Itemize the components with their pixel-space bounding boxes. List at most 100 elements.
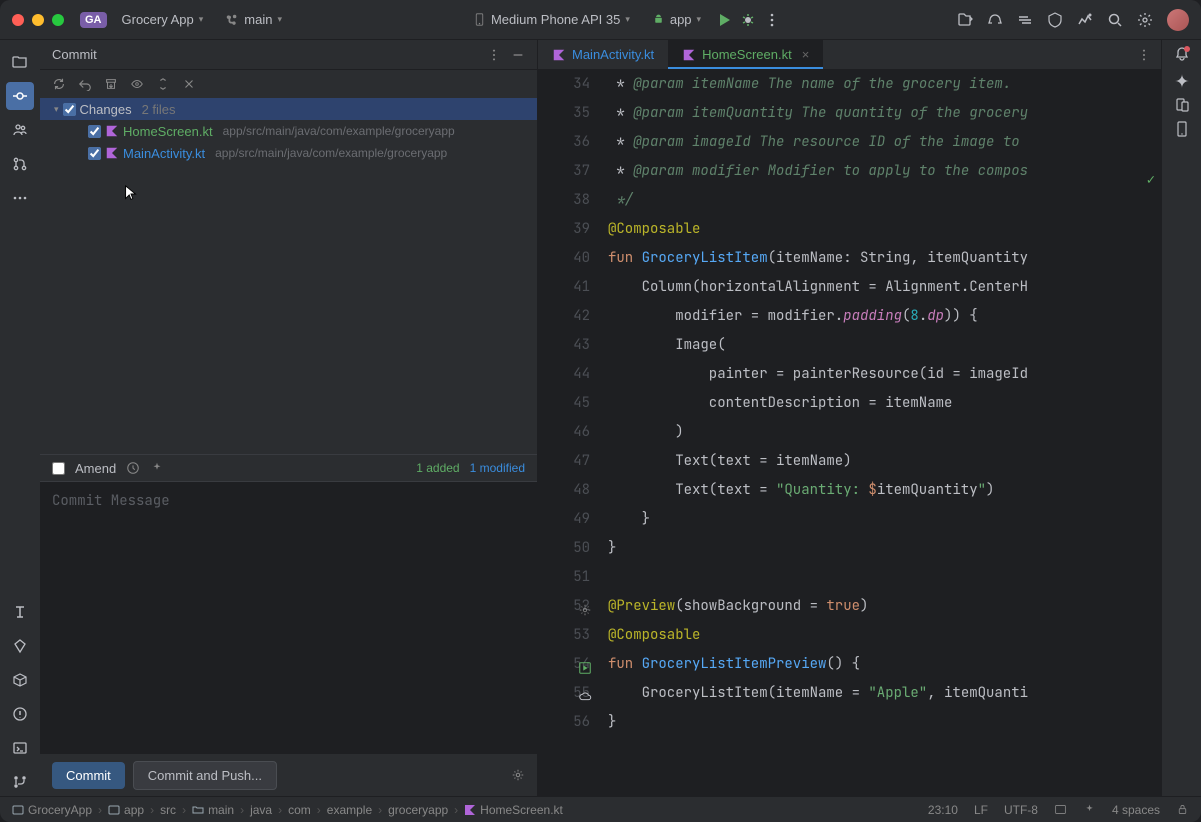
breadcrumb-item[interactable]: java [250,803,272,817]
minimize-panel-icon[interactable] [511,48,525,62]
module-icon [108,804,120,816]
run-config-selector[interactable]: app ▾ [645,8,708,31]
problems-tool-button[interactable] [6,700,34,728]
running-devices-icon[interactable] [1174,121,1190,137]
structure-tool-button[interactable] [6,116,34,144]
commit-and-push-button[interactable]: Commit and Push... [133,761,277,790]
indent-info[interactable]: 4 spaces [1112,803,1160,817]
breadcrumb-item[interactable]: src [160,803,176,817]
breadcrumb-separator: › [182,803,186,817]
changes-group-row[interactable]: ▾ Changes 2 files [40,98,537,120]
breadcrumb-separator: › [240,803,244,817]
inspection-ok-icon[interactable]: ✓ [1147,166,1155,195]
project-tool-button[interactable] [6,48,34,76]
debug-button[interactable] [740,12,756,28]
cursor-position[interactable]: 23:10 [928,803,958,817]
resource-tool-button[interactable] [6,632,34,660]
code-with-me-icon[interactable] [957,12,973,28]
sync-icon[interactable] [1017,12,1033,28]
breadcrumb-item[interactable]: GroceryApp [12,803,92,817]
file-checkbox[interactable] [88,125,101,138]
changes-group-checkbox[interactable] [63,103,76,116]
tab-homescreen[interactable]: HomeScreen.kt × [668,40,823,69]
commit-message-input[interactable] [40,482,537,754]
breadcrumb-item[interactable]: main [192,803,234,817]
build-variants-tool-button[interactable] [6,666,34,694]
close-tab-icon[interactable]: × [802,47,810,62]
panel-title: Commit [52,47,97,62]
folder-icon [12,54,28,70]
breadcrumb-item[interactable]: HomeScreen.kt [464,803,563,817]
commit-button[interactable]: Commit [52,762,125,789]
maximize-window-button[interactable] [52,14,64,26]
commit-panel-header: Commit [40,40,537,70]
text-icon [12,604,28,620]
lock-icon[interactable] [1176,803,1189,816]
file-path: app/src/main/java/com/example/groceryapp [215,146,447,160]
ai-status-icon[interactable] [1083,803,1096,816]
file-row-mainactivity[interactable]: MainActivity.kt app/src/main/java/com/ex… [40,142,537,164]
amend-checkbox[interactable] [52,462,65,475]
changelist-icon[interactable] [156,77,170,91]
file-checkbox[interactable] [88,147,101,160]
editor-content[interactable]: * @param itemName The name of the grocer… [608,70,1161,796]
warning-icon [12,706,28,722]
breadcrumb-item[interactable]: com [288,803,311,817]
commit-settings-icon[interactable] [511,768,525,782]
rollback-icon[interactable] [78,77,92,91]
code-analysis-icon[interactable] [987,12,1003,28]
editor-gutter: 3435363738394041424344454647484950515253… [538,70,608,796]
search-icon[interactable] [1107,12,1123,28]
file-name: HomeScreen.kt [123,124,213,139]
history-icon[interactable] [126,461,140,475]
notifications-button[interactable] [1174,46,1190,65]
file-path: app/src/main/java/com/example/groceryapp [223,124,455,138]
vcs-tool-button[interactable] [6,768,34,796]
run-button[interactable] [716,12,732,28]
terminal-tool-button[interactable] [6,734,34,762]
commit-tool-button[interactable] [6,82,34,110]
gemini-icon[interactable] [1174,73,1190,89]
line-separator[interactable]: LF [974,803,988,817]
tab-options-icon[interactable] [1137,48,1151,62]
pull-requests-tool-button[interactable] [6,150,34,178]
readonly-icon[interactable] [1054,803,1067,816]
options-icon[interactable] [487,48,501,62]
tab-mainactivity[interactable]: MainActivity.kt [538,40,668,69]
close-window-button[interactable] [12,14,24,26]
refresh-icon[interactable] [52,77,66,91]
breadcrumb-item[interactable]: app [108,803,144,817]
file-row-homescreen[interactable]: HomeScreen.kt app/src/main/java/com/exam… [40,120,537,142]
diff-icon[interactable] [130,77,144,91]
user-avatar[interactable] [1167,9,1189,31]
device-name: Medium Phone API 35 [491,12,620,27]
breadcrumb-separator: › [454,803,458,817]
profiler-icon[interactable] [1077,12,1093,28]
window-controls [12,14,64,26]
merge-icon [12,156,28,172]
file-encoding[interactable]: UTF-8 [1004,803,1038,817]
code-editor[interactable]: ✓ 34353637383940414243444546474849505152… [538,70,1161,796]
branch-selector[interactable]: main ▾ [218,8,289,31]
breadcrumb-item[interactable]: example [327,803,372,817]
device-selector[interactable]: Medium Phone API 35 ▾ [466,8,637,31]
tab-label: HomeScreen.kt [702,47,792,62]
shelve-icon[interactable] [104,77,118,91]
file-name: MainActivity.kt [123,146,205,161]
breadcrumb-item[interactable]: groceryapp [388,803,448,817]
more-icon [12,190,28,206]
more-tools-button[interactable] [6,184,34,212]
minimize-window-button[interactable] [32,14,44,26]
bookmarks-tool-button[interactable] [6,598,34,626]
chevron-down-icon: ▾ [54,104,59,115]
ai-icon[interactable] [150,461,164,475]
close-icon[interactable] [182,77,196,91]
project-selector[interactable]: Grocery App ▾ [115,8,211,31]
more-actions-icon[interactable] [764,12,780,28]
statusbar: GroceryApp › app › src › main › java › c… [0,796,1201,822]
changes-toolbar [40,70,537,98]
changes-tree: ▾ Changes 2 files HomeScreen.kt app/src/… [40,98,537,454]
device-manager-icon[interactable] [1174,97,1190,113]
build-icon[interactable] [1047,12,1063,28]
settings-icon[interactable] [1137,12,1153,28]
